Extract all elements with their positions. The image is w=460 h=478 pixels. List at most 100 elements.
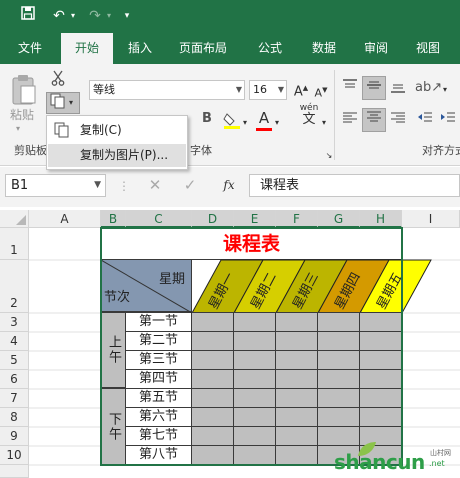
- lesson-cell[interactable]: 第五节: [126, 389, 192, 408]
- lesson-cell[interactable]: 第四节: [126, 370, 192, 389]
- timetable-cell[interactable]: [192, 313, 234, 332]
- paste-label[interactable]: 粘贴: [10, 106, 34, 123]
- scissors-icon[interactable]: [48, 70, 68, 90]
- tab-home[interactable]: 开始: [61, 33, 113, 64]
- row-header[interactable]: 3: [0, 313, 29, 332]
- font-size-select[interactable]: 16 ▼: [249, 80, 287, 100]
- orientation-icon[interactable]: ab↗: [415, 78, 442, 98]
- column-header[interactable]: I: [402, 210, 460, 228]
- timetable-cell[interactable]: [276, 427, 318, 446]
- row-header[interactable]: 1: [0, 228, 29, 260]
- lesson-cell[interactable]: 第八节: [126, 446, 192, 465]
- row-header[interactable]: 8: [0, 408, 29, 427]
- align-center-icon[interactable]: [362, 108, 386, 132]
- timetable-cell[interactable]: [318, 332, 360, 351]
- timetable-cell[interactable]: [234, 389, 276, 408]
- row-header[interactable]: 2: [0, 260, 29, 313]
- corner-header-cell[interactable]: 星期 节次: [101, 260, 192, 313]
- timetable-cell[interactable]: [276, 313, 318, 332]
- lesson-cell[interactable]: 第一节: [126, 313, 192, 332]
- name-box[interactable]: B1 ▼: [5, 174, 106, 197]
- timetable-cell[interactable]: [192, 427, 234, 446]
- timetable-cell[interactable]: [360, 389, 402, 408]
- select-all-button[interactable]: [0, 210, 29, 228]
- undo-icon[interactable]: ↶: [48, 6, 70, 26]
- timetable-cell[interactable]: [360, 370, 402, 389]
- font-color-icon[interactable]: A: [254, 108, 274, 131]
- timetable-cell[interactable]: [360, 332, 402, 351]
- timetable-cell[interactable]: [276, 389, 318, 408]
- timetable-cell[interactable]: [192, 389, 234, 408]
- column-header[interactable]: D: [192, 210, 234, 228]
- timetable-cell[interactable]: [234, 313, 276, 332]
- timetable-cell[interactable]: [234, 446, 276, 465]
- row-header[interactable]: 7: [0, 389, 29, 408]
- timetable-cell[interactable]: [276, 332, 318, 351]
- fill-color-icon[interactable]: [222, 111, 242, 136]
- timetable-cell[interactable]: [318, 389, 360, 408]
- tab-file[interactable]: 文件: [8, 33, 52, 64]
- tab-data[interactable]: 数据: [302, 33, 346, 64]
- cancel-icon[interactable]: ✕: [145, 174, 165, 196]
- decrease-font-size-icon[interactable]: A▼: [313, 80, 329, 104]
- column-header[interactable]: G: [318, 210, 360, 228]
- font-color-dropdown-icon[interactable]: ▾: [273, 113, 281, 133]
- align-top-icon[interactable]: [340, 78, 360, 101]
- column-header[interactable]: E: [234, 210, 276, 228]
- row-header[interactable]: [0, 465, 29, 478]
- align-left-icon[interactable]: [340, 110, 360, 133]
- timetable-cell[interactable]: [276, 446, 318, 465]
- timetable-cell[interactable]: [318, 313, 360, 332]
- enter-icon[interactable]: ✓: [180, 174, 200, 196]
- chevron-down-icon[interactable]: ▼: [94, 175, 101, 196]
- orientation-dropdown-icon[interactable]: ▾: [440, 80, 450, 100]
- menu-item-copy-as-picture[interactable]: 复制为图片(P)...: [48, 144, 186, 167]
- timetable-cell[interactable]: [318, 351, 360, 370]
- copy-button[interactable]: ▾: [46, 92, 80, 114]
- column-header[interactable]: C: [126, 210, 192, 228]
- tab-view[interactable]: 视图: [406, 33, 450, 64]
- decrease-indent-icon[interactable]: [415, 110, 435, 133]
- customize-toolbar-icon[interactable]: ▾: [120, 6, 134, 26]
- undo-dropdown-icon[interactable]: ▾: [68, 6, 78, 26]
- fill-color-dropdown-icon[interactable]: ▾: [241, 113, 249, 133]
- timetable-cell[interactable]: [192, 332, 234, 351]
- timetable-cell[interactable]: [192, 351, 234, 370]
- timetable-cell[interactable]: [360, 313, 402, 332]
- timetable-cell[interactable]: [360, 351, 402, 370]
- timetable-cell[interactable]: [234, 370, 276, 389]
- timetable-cell[interactable]: [318, 370, 360, 389]
- timetable-cell[interactable]: [234, 332, 276, 351]
- morning-cell[interactable]: 上午: [101, 313, 126, 389]
- timetable-cell[interactable]: [234, 351, 276, 370]
- lesson-cell[interactable]: 第六节: [126, 408, 192, 427]
- timetable-cell[interactable]: [318, 427, 360, 446]
- column-header[interactable]: F: [276, 210, 318, 228]
- increase-font-size-icon[interactable]: A▲: [293, 78, 309, 102]
- timetable-title[interactable]: 课程表: [101, 228, 402, 260]
- tab-page-layout[interactable]: 页面布局: [172, 33, 234, 64]
- column-header[interactable]: A: [29, 210, 101, 228]
- phonetic-dropdown-icon[interactable]: ▾: [320, 113, 328, 133]
- timetable-cell[interactable]: [276, 351, 318, 370]
- menu-item-copy[interactable]: 复制(C): [48, 119, 186, 142]
- timetable-cell[interactable]: [192, 446, 234, 465]
- afternoon-cell[interactable]: 下午: [101, 389, 126, 465]
- lesson-cell[interactable]: 第二节: [126, 332, 192, 351]
- save-icon[interactable]: [18, 6, 38, 26]
- align-middle-icon[interactable]: [362, 76, 386, 100]
- row-header[interactable]: 10: [0, 446, 29, 465]
- align-right-icon[interactable]: [388, 110, 408, 133]
- timetable-cell[interactable]: [360, 408, 402, 427]
- tab-insert[interactable]: 插入: [118, 33, 162, 64]
- row-header[interactable]: 5: [0, 351, 29, 370]
- row-header[interactable]: 6: [0, 370, 29, 389]
- paste-dropdown-icon[interactable]: ▾: [16, 124, 20, 133]
- row-header[interactable]: 4: [0, 332, 29, 351]
- timetable-cell[interactable]: [276, 408, 318, 427]
- phonetic-guide-icon[interactable]: wén 文: [296, 102, 322, 127]
- timetable-cell[interactable]: [192, 370, 234, 389]
- function-icon[interactable]: fx: [218, 174, 240, 196]
- timetable-cell[interactable]: [234, 408, 276, 427]
- increase-indent-icon[interactable]: [438, 110, 458, 133]
